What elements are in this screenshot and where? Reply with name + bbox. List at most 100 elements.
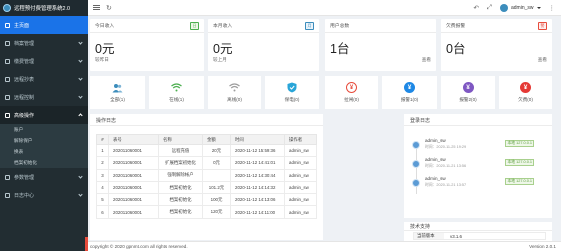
menu-toggle-icon[interactable] bbox=[93, 5, 100, 10]
app-title: 远程预付费管理系统2.0 bbox=[14, 6, 71, 12]
quick-label: 在线(1) bbox=[169, 97, 184, 102]
meter-icon bbox=[5, 76, 10, 82]
view-link[interactable]: 查看 bbox=[422, 57, 431, 63]
stat-badge: 警 bbox=[538, 22, 547, 30]
col-header[interactable]: 表号 bbox=[108, 134, 159, 145]
sidebar-item-payment[interactable]: 缴费管理 bbox=[0, 52, 88, 70]
params-icon bbox=[5, 174, 10, 180]
panel-title: 技术支持 bbox=[404, 222, 552, 231]
sidebar-item-label: 主页面 bbox=[14, 22, 30, 29]
quick-label: 报警1(0) bbox=[400, 97, 419, 102]
version-row: 当前版本 v3.1.6 bbox=[413, 232, 546, 240]
quick-arrears[interactable]: ¥ 欠费(0) bbox=[499, 76, 552, 109]
caret-down-icon bbox=[536, 7, 541, 9]
chevron-down-icon bbox=[78, 192, 83, 197]
sidebar-item-label: 远程控制 bbox=[14, 94, 35, 101]
sidebar-item-label: 高级操作 bbox=[14, 112, 35, 119]
sidebar-item-label: 档案管理 bbox=[14, 40, 35, 47]
quick-online[interactable]: 在线(1) bbox=[149, 76, 204, 109]
stat-title: 今日收入 bbox=[95, 24, 115, 29]
login-entry: admin_sw 时间：2020-11-21 13:57 本地 127.0.0.… bbox=[412, 175, 552, 195]
footer-version: Version 2.0.1 bbox=[529, 244, 556, 249]
stat-sub: 较昨日 bbox=[95, 57, 109, 62]
stat-sub: 较上月 bbox=[213, 57, 227, 62]
yen-arrears-icon: ¥ bbox=[520, 82, 531, 93]
sidebar-item-home[interactable]: 主页面 bbox=[0, 16, 88, 34]
user-menu[interactable]: admin_sw bbox=[499, 4, 541, 12]
advanced-submenu: 账户 解除保户 换表 档案初始化 bbox=[0, 124, 88, 168]
submenu-item-unbind[interactable]: 解除保户 bbox=[0, 135, 88, 146]
sidebar-item-params[interactable]: 参数管理 bbox=[0, 168, 88, 186]
username: admin_sw bbox=[510, 5, 534, 11]
home-icon bbox=[5, 22, 10, 28]
stat-badge: 月 bbox=[305, 22, 314, 30]
ip-badge: 本地 127.0.0.1 bbox=[505, 178, 535, 185]
quick-all[interactable]: 全部(1) bbox=[90, 76, 145, 109]
chevron-down-icon bbox=[78, 94, 83, 99]
logo-icon bbox=[3, 4, 11, 12]
more-icon[interactable]: ⋮ bbox=[549, 4, 556, 12]
sidebar-item-remote-read[interactable]: 远程抄表 bbox=[0, 70, 88, 88]
table-row: 2 202011060001 扩展档案初始化 0元 2020-11-12 14:41:0… bbox=[96, 156, 317, 170]
quick-guarantee[interactable]: 保电(0) bbox=[265, 76, 319, 109]
shield-icon bbox=[287, 82, 298, 93]
app-logo[interactable]: 远程预付费管理系统2.0 bbox=[0, 0, 88, 16]
login-avatar bbox=[412, 179, 420, 187]
yen-alert-1-icon: ¥ bbox=[404, 82, 415, 93]
refresh-icon[interactable]: ↻ bbox=[106, 4, 112, 12]
stat-title: 欠费报警 bbox=[446, 24, 466, 29]
panel-title: 登录日志 bbox=[404, 114, 552, 126]
copyright: copyright © 2020 gpnmt.com all rights re… bbox=[90, 244, 188, 249]
wifi-icon bbox=[171, 82, 182, 93]
submenu-item-account[interactable]: 账户 bbox=[0, 124, 88, 135]
chevron-down-icon bbox=[78, 40, 83, 45]
quick-offline[interactable]: 离线(0) bbox=[208, 76, 261, 109]
quick-label: 拉闸(0) bbox=[344, 97, 359, 102]
users-icon bbox=[112, 82, 123, 93]
col-header[interactable]: 操作者 bbox=[284, 134, 317, 145]
col-header[interactable]: 金额 bbox=[202, 134, 231, 145]
version-value: v3.1.6 bbox=[450, 233, 462, 239]
undo-icon[interactable]: ↶ bbox=[473, 4, 478, 12]
power-off-icon: ¥ bbox=[346, 82, 357, 93]
quick-alarm-1[interactable]: ¥ 报警1(0) bbox=[382, 76, 437, 109]
wifi-off-icon bbox=[229, 82, 240, 93]
stat-value: 1台 bbox=[330, 42, 350, 56]
quick-alarm-2[interactable]: ¥ 报警2(0) bbox=[441, 76, 495, 109]
quick-label: 报警2(0) bbox=[459, 97, 477, 102]
sidebar-item-label: 参数管理 bbox=[14, 174, 35, 181]
fullscreen-icon[interactable]: ⤢ bbox=[487, 4, 492, 12]
chevron-down-icon bbox=[78, 58, 83, 63]
stat-title: 本月收入 bbox=[213, 24, 233, 29]
submenu-item-replace-meter[interactable]: 换表 bbox=[0, 146, 88, 157]
chevron-down-icon bbox=[78, 174, 83, 179]
table-row: 3 202011060001 强制解除帐户 2020-11-12 14:30:44 ad… bbox=[96, 168, 317, 182]
stat-badge: 日 bbox=[190, 22, 199, 30]
sidebar-item-remote-control[interactable]: 远程控制 bbox=[0, 88, 88, 106]
stat-value: 0元 bbox=[213, 42, 233, 56]
sidebar-item-label: 缴费管理 bbox=[14, 58, 35, 65]
sidebar-item-logs[interactable]: 日志中心 bbox=[0, 186, 88, 204]
table-header-row: # 表号 名称 金额 时间 操作者 bbox=[96, 134, 317, 145]
log-icon bbox=[5, 192, 10, 198]
view-link[interactable]: 查看 bbox=[538, 57, 547, 63]
sidebar-item-archive[interactable]: 档案管理 bbox=[0, 34, 88, 52]
stat-card-month-income: 本月收入 月 0元 较上月 bbox=[208, 19, 319, 71]
table-row: 6 202011060001 档案初始化 120元 2020-11-12 14:11:0… bbox=[96, 205, 317, 219]
sidebar: 远程预付费管理系统2.0 主页面 档案管理 缴费管理 远程抄表 远程控制 高级操… bbox=[0, 0, 88, 251]
sidebar-item-advanced[interactable]: 高级操作 bbox=[0, 106, 88, 124]
submenu-item-archive-init[interactable]: 档案初始化 bbox=[0, 157, 88, 168]
quick-label: 保电(0) bbox=[284, 97, 300, 102]
col-header[interactable]: 时间 bbox=[230, 134, 285, 145]
payment-icon bbox=[5, 58, 10, 64]
table-row: 4 202011060001 档案初始化 101.2元 2020-11-12 14:14… bbox=[96, 180, 317, 195]
col-header[interactable]: 名称 bbox=[158, 134, 203, 145]
quick-label: 全部(1) bbox=[110, 97, 125, 102]
panel-title: 操作日志 bbox=[90, 114, 323, 126]
quick-trip[interactable]: ¥ 拉闸(0) bbox=[325, 76, 378, 109]
yen-alert-2-icon: ¥ bbox=[462, 82, 474, 93]
login-entry: admin_sw 时间：2020-11-25 19:29 本地 127.0.0.… bbox=[412, 137, 552, 157]
col-header[interactable]: # bbox=[96, 134, 109, 145]
ip-badge: 本地 127.0.0.1 bbox=[505, 159, 535, 166]
topbar: ↻ ↶ ⤢ admin_sw ⋮ bbox=[88, 0, 561, 16]
